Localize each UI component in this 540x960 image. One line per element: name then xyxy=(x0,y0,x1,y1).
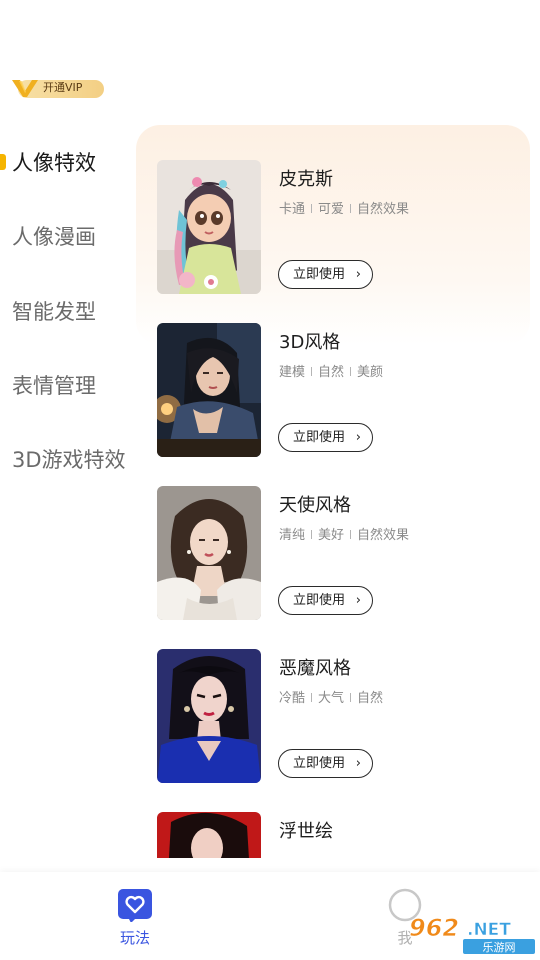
effect-card[interactable]: 3D风格 建模 自然 美颜 立即使用 › xyxy=(157,323,527,458)
effect-thumbnail xyxy=(157,160,261,294)
effect-thumbnail xyxy=(157,323,261,457)
tag-divider xyxy=(311,367,313,376)
use-now-button[interactable]: 立即使用 › xyxy=(278,586,373,615)
effect-tag: 美好 xyxy=(318,528,345,543)
category-smart-hairstyle[interactable]: 智能发型 xyxy=(12,298,96,326)
category-portrait-effects[interactable]: 人像特效 xyxy=(12,149,96,177)
tag-divider xyxy=(350,367,352,376)
category-portrait-comic[interactable]: 人像漫画 xyxy=(12,223,96,251)
effects-list[interactable]: 皮克斯 卡通 可爱 自然效果 立即使用 › 3D风格 建模 自然 美颜 立即使用… xyxy=(136,125,540,858)
effect-thumbnail xyxy=(157,649,261,783)
tag-divider xyxy=(311,530,313,539)
tag-divider xyxy=(350,204,352,213)
use-now-label: 立即使用 xyxy=(293,593,346,608)
effect-tag: 大气 xyxy=(318,691,345,706)
active-category-indicator xyxy=(0,154,6,170)
watermark-number: 962 xyxy=(409,914,459,942)
tag-divider xyxy=(311,204,313,213)
effect-tags: 建模 自然 美颜 xyxy=(279,364,383,382)
category-3d-game-effects[interactable]: 3D游戏特效 xyxy=(12,446,126,474)
effect-tag: 美颜 xyxy=(357,365,384,380)
use-now-label: 立即使用 xyxy=(293,430,346,445)
effect-tag: 可爱 xyxy=(318,202,345,217)
chevron-right-icon: › xyxy=(355,430,361,445)
effect-title: 3D风格 xyxy=(279,332,341,353)
effect-tag: 冷酷 xyxy=(279,691,306,706)
effect-tag: 卡通 xyxy=(279,202,306,217)
effect-tags: 卡通 可爱 自然效果 xyxy=(279,201,409,219)
use-now-button[interactable]: 立即使用 › xyxy=(278,749,373,778)
effect-thumbnail xyxy=(157,812,261,858)
effect-title: 天使风格 xyxy=(279,495,351,516)
tab-play-label: 玩法 xyxy=(119,929,150,947)
effect-tag: 自然 xyxy=(318,365,345,380)
effect-tags: 冷酷 大气 自然 xyxy=(279,690,383,708)
effect-card[interactable]: 天使风格 清纯 美好 自然效果 立即使用 › xyxy=(157,486,527,621)
effect-title: 恶魔风格 xyxy=(279,658,351,679)
site-watermark: 962 .NET 乐游网 xyxy=(409,914,535,954)
chevron-right-icon: › xyxy=(355,593,361,608)
watermark-subtitle: 乐游网 xyxy=(483,941,516,954)
tag-divider xyxy=(350,530,352,539)
watermark-suffix: .NET xyxy=(467,920,511,940)
effect-tag: 自然 xyxy=(357,691,384,706)
tag-divider xyxy=(311,693,313,702)
use-now-button[interactable]: 立即使用 › xyxy=(278,260,373,289)
use-now-label: 立即使用 xyxy=(293,267,346,282)
effect-card[interactable]: 皮克斯 卡通 可爱 自然效果 立即使用 › xyxy=(157,160,527,295)
tab-play[interactable]: 玩法 xyxy=(90,872,180,960)
effect-title: 皮克斯 xyxy=(279,169,333,190)
heart-icon xyxy=(118,889,152,922)
effect-card[interactable]: 浮世绘 xyxy=(157,812,527,858)
chevron-right-icon: › xyxy=(355,756,361,771)
effect-thumbnail xyxy=(157,486,261,620)
effect-tag: 自然效果 xyxy=(357,528,410,543)
effect-card[interactable]: 恶魔风格 冷酷 大气 自然 立即使用 › xyxy=(157,649,527,784)
vip-label: 开通VIP xyxy=(43,81,83,94)
use-now-button[interactable]: 立即使用 › xyxy=(278,423,373,452)
tag-divider xyxy=(350,693,352,702)
effect-tags: 清纯 美好 自然效果 xyxy=(279,527,409,545)
category-expression[interactable]: 表情管理 xyxy=(12,372,96,400)
effect-tag: 建模 xyxy=(279,365,306,380)
vip-crown-icon xyxy=(12,80,38,97)
vip-badge[interactable]: 开通VIP xyxy=(10,79,104,99)
effect-title: 浮世绘 xyxy=(279,821,333,842)
effect-tag: 自然效果 xyxy=(357,202,410,217)
chevron-right-icon: › xyxy=(355,267,361,282)
effect-tag: 清纯 xyxy=(279,528,306,543)
use-now-label: 立即使用 xyxy=(293,756,346,771)
